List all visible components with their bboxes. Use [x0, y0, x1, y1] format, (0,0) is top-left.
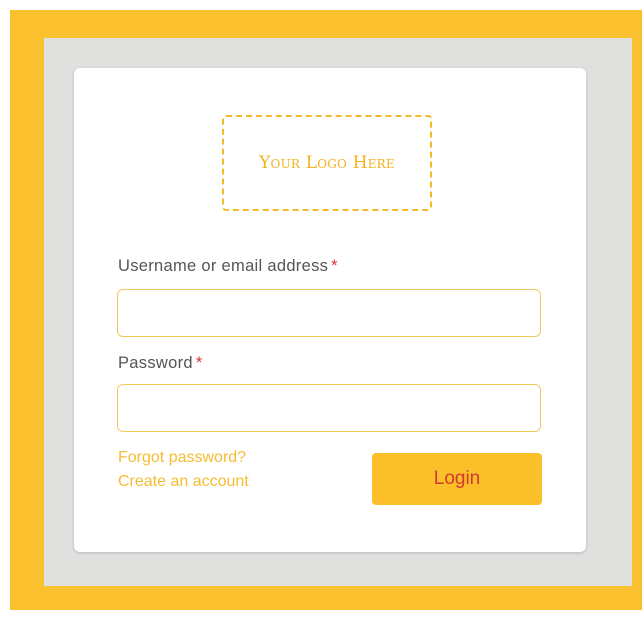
create-account-link[interactable]: Create an account	[118, 470, 249, 494]
username-required-mark: *	[331, 257, 338, 275]
login-button[interactable]: Login	[372, 453, 542, 505]
password-input[interactable]	[117, 384, 541, 432]
login-card: Your Logo Here Username or email address…	[74, 68, 586, 552]
logo-text: Your Logo Here	[259, 153, 395, 173]
password-label: Password *	[118, 354, 203, 373]
password-required-mark: *	[195, 354, 203, 372]
username-input[interactable]	[117, 289, 541, 337]
username-label-text: Username or email address	[118, 257, 329, 275]
username-label: Username or email address *	[118, 257, 338, 276]
password-label-text: Password	[118, 354, 193, 372]
forgot-password-link[interactable]: Forgot password?	[118, 446, 249, 470]
account-links: Forgot password? Create an account	[118, 446, 249, 494]
logo-placeholder: Your Logo Here	[222, 115, 432, 211]
